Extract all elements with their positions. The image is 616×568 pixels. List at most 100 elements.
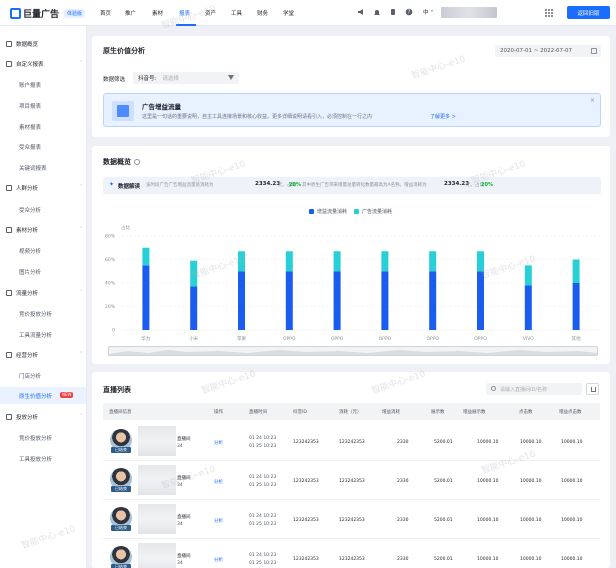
nav-promotion[interactable]: 推广 xyxy=(125,9,136,17)
bell-icon[interactable] xyxy=(373,8,381,16)
close-icon[interactable]: × xyxy=(590,97,595,104)
column-header: 消耗（元） xyxy=(339,410,362,415)
analyze-link[interactable]: 分析 xyxy=(214,440,223,446)
bar-ad-segment xyxy=(381,251,389,272)
sidebar-item-bid-delivery-analysis[interactable]: 竞价投放分析 xyxy=(19,310,52,318)
legend-item-gain[interactable]: 增益流量消耗 xyxy=(309,208,347,215)
sidebar-group-overview[interactable]: 数据概览 xyxy=(6,40,38,48)
svg-text:?: ? xyxy=(408,10,411,16)
sidebar-item-keyword-report[interactable]: 关键词报表 xyxy=(19,164,47,172)
nav-tools[interactable]: 工具 xyxy=(231,9,242,17)
insight-percent: 20% xyxy=(481,182,493,188)
chevron-up-icon: ˆ xyxy=(80,414,83,420)
traffic-icon xyxy=(6,290,12,296)
live-room-name-suffix: 直播间 xyxy=(177,437,191,442)
sidebar-group-traffic-analysis[interactable]: 流量分析 ˆ xyxy=(6,289,83,297)
chevron-up-icon: ˆ xyxy=(80,61,83,67)
table-cell: 10000.10 xyxy=(520,518,542,523)
table-cell: 5200.01 xyxy=(434,557,453,562)
douyin-account-select[interactable]: 抖音号: 请选择 xyxy=(133,72,239,84)
x-tick-label: OPPO xyxy=(379,336,392,342)
sidebar-group-label: 投放分析 xyxy=(16,415,39,421)
legend-item-ad[interactable]: 广告流量消耗 xyxy=(354,208,392,215)
legend-swatch xyxy=(309,209,314,214)
help-icon[interactable]: ? xyxy=(405,8,413,16)
bar-gain-segment xyxy=(333,271,341,330)
language-switch[interactable]: 中 xyxy=(423,8,429,16)
table-cell: 10000.10 xyxy=(477,479,499,484)
chevron-down-icon[interactable]: ▾ xyxy=(431,8,433,13)
banner-title: 广告增益流量 xyxy=(142,103,181,111)
sidebar-group-delivery-analysis[interactable]: 投放分析 ˆ xyxy=(6,413,83,421)
brand-logo[interactable]: 巨量广告 xyxy=(10,7,59,20)
x-tick-label: 其他 xyxy=(572,335,581,342)
sidebar-item-audience-analysis[interactable]: 受众分析 xyxy=(19,206,41,214)
bar-ad-segment xyxy=(285,251,293,272)
account-name[interactable] xyxy=(441,7,497,18)
sidebar-group-custom-reports[interactable]: 自定义报表 ˆ xyxy=(6,60,83,68)
nav-finance[interactable]: 财务 xyxy=(257,9,268,17)
back-to-old-version-button[interactable]: 返回旧版 xyxy=(567,6,610,19)
sidebar-item-creative-report[interactable]: 素材报表 xyxy=(19,123,41,131)
apps-grid-icon[interactable] xyxy=(545,9,553,17)
date-range-picker[interactable]: 2020-07-01 ~ 2022-07-07 xyxy=(495,45,601,57)
table-cell: 10000.10 xyxy=(477,557,499,562)
table-cell: 10000.10 xyxy=(477,440,499,445)
nav-home[interactable]: 首页 xyxy=(100,9,111,17)
column-header: 直播间信息 xyxy=(109,410,132,415)
sidebar-item-store-analysis[interactable]: 门店分析 xyxy=(19,372,41,380)
x-tick-label: OPPO xyxy=(283,336,296,342)
live-room-id: 34 xyxy=(177,444,183,449)
megaphone-icon[interactable] xyxy=(357,8,365,16)
chart-icon xyxy=(6,414,12,420)
sidebar-item-audience-report[interactable]: 受众报表 xyxy=(19,143,41,151)
table-cell: 10000.10 xyxy=(520,479,542,484)
bar-ad-segment xyxy=(477,251,484,272)
bar-ad-segment xyxy=(524,265,532,286)
nav-creative[interactable]: 素材 xyxy=(152,9,163,17)
sidebar-item-video-analysis[interactable]: 视频分析 xyxy=(19,247,41,255)
sidebar-group-audience-analysis[interactable]: 人群分析 ˆ xyxy=(6,184,83,192)
nav-academy[interactable]: 学堂 xyxy=(283,9,294,17)
sidebar-item-native-value-analysis[interactable]: 原生价值分析 xyxy=(19,392,52,400)
analyze-link[interactable]: 分析 xyxy=(214,518,223,524)
column-header: 增益展示数 xyxy=(463,410,486,415)
report-icon xyxy=(6,61,12,67)
column-header: 增益点击数 xyxy=(559,410,582,415)
top-bar: 巨量广告 体验版 首页 推广 素材 报表 资产 工具 财务 学堂 ? 中 ▾ 返… xyxy=(0,0,616,26)
learn-more-link[interactable]: 了解更多 > xyxy=(430,113,456,120)
download-button[interactable] xyxy=(586,383,599,395)
live-room-search-input[interactable]: 请输入直播间ID/名称 xyxy=(486,383,582,395)
zoom-slider-handle[interactable] xyxy=(108,346,598,356)
sidebar-group-business-analysis[interactable]: 经营分析 ˆ xyxy=(6,351,83,359)
sidebar-item-tool-delivery-analysis[interactable]: 工具投放分析 xyxy=(19,455,52,463)
data-insight-bar: ✦ 数据解读 该时段广告广告增益流量总消耗为 2334.23 元，占比 20% … xyxy=(103,177,601,194)
sidebar-item-image-analysis[interactable]: 图片分析 xyxy=(19,268,41,276)
bar-ad-segment xyxy=(333,251,341,272)
analyze-link[interactable]: 分析 xyxy=(214,557,223,563)
x-tick-label: 华为 xyxy=(141,335,150,342)
nav-reports[interactable]: 报表 xyxy=(179,9,190,17)
search-icon xyxy=(491,386,496,391)
sidebar-group-creative-analysis[interactable]: 素材分析 ˆ xyxy=(6,226,83,234)
legend-swatch xyxy=(354,209,359,214)
insight-title: 数据解读 xyxy=(118,184,141,190)
question-icon[interactable] xyxy=(134,159,140,165)
nav-assets[interactable]: 资产 xyxy=(205,9,216,17)
column-header: 操作 xyxy=(214,410,223,415)
phone-icon[interactable] xyxy=(389,8,397,16)
table-cell: 123242353 xyxy=(339,518,365,523)
table-cell: 5200.01 xyxy=(434,479,453,484)
sidebar-group-label: 流量分析 xyxy=(16,291,39,297)
sidebar-item-account-report[interactable]: 账户报表 xyxy=(19,81,41,89)
live-room-name xyxy=(138,465,176,495)
table-cell: 2330 xyxy=(397,557,409,562)
x-tick-label: OPPO xyxy=(426,336,439,342)
chevron-up-icon: ˆ xyxy=(80,290,83,296)
bar-gain-segment xyxy=(572,283,580,330)
sidebar-item-bid-delivery-analysis-2[interactable]: 竞价投放分析 xyxy=(19,434,52,442)
sidebar-item-project-report[interactable]: 项目报表 xyxy=(19,102,41,110)
live-room-name-suffix: 直播间 xyxy=(177,476,191,481)
sidebar-item-tool-traffic-analysis[interactable]: 工具流量分析 xyxy=(19,331,52,339)
analyze-link[interactable]: 分析 xyxy=(214,479,223,485)
